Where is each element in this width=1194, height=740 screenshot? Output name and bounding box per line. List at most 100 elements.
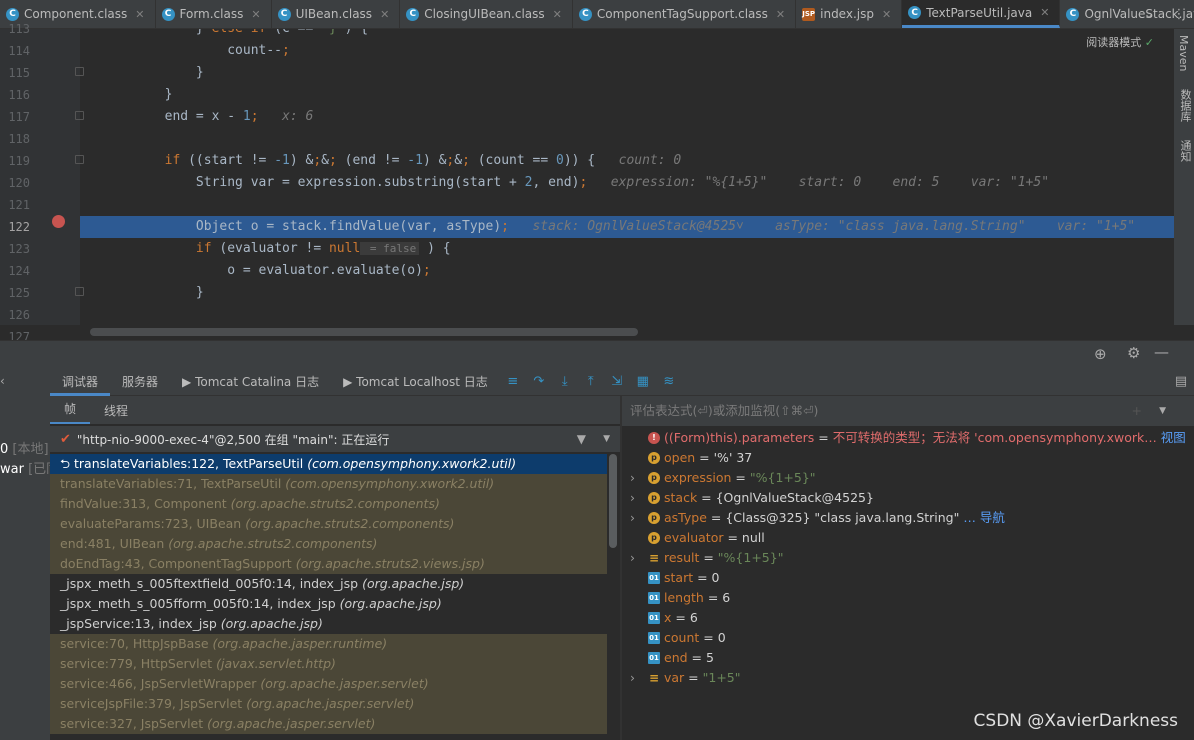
stack-frame[interactable]: _jspx_meth_s_005ftextfield_005f0:14, ind… [50, 574, 607, 594]
code-editor[interactable]: } else if (c == '}') { count--; } } end … [80, 29, 1174, 325]
tab-catalina-log[interactable]: ▶ Tomcat Catalina 日志 [170, 368, 331, 396]
variable-row[interactable]: › ≡ result = "%{1+5}" [622, 548, 1194, 568]
class-file-icon: C [578, 7, 592, 21]
stack-frame[interactable]: translateVariables:71, TextParseUtil (co… [50, 474, 607, 494]
variable-row[interactable]: p evaluator = null [622, 528, 1194, 548]
stack-frame[interactable]: service:327, JspServlet (org.apache.jasp… [50, 714, 607, 734]
tab-uibean-class[interactable]: C UIBean.class ✕ [272, 0, 401, 28]
back-icon[interactable]: ‹ [0, 374, 5, 388]
session-item[interactable]: 0 [本地] [0, 438, 49, 457]
breakpoint-icon[interactable] [52, 215, 65, 228]
database-tool-button[interactable]: 数据库 [1177, 89, 1193, 122]
fold-icon[interactable] [75, 287, 84, 296]
stack-frame[interactable]: end:481, UIBean (org.apache.struts2.comp… [50, 534, 607, 554]
fold-icon[interactable] [75, 155, 84, 164]
close-icon[interactable]: ✕ [776, 8, 785, 21]
tab-localhost-log[interactable]: ▶ Tomcat Localhost 日志 [331, 368, 500, 396]
step-into-icon[interactable]: ⤓ [552, 374, 578, 389]
stack-frame[interactable]: ⮌ translateVariables:122, TextParseUtil … [50, 454, 607, 474]
variable-row[interactable]: › p stack = {OgnlValueStack@4525} [622, 488, 1194, 508]
variable-row[interactable]: p open = '%' 37 [622, 448, 1194, 468]
variable-link[interactable]: 视图 [1161, 430, 1186, 445]
gear-icon[interactable]: ⚙ [1127, 344, 1140, 362]
tab-menu-button[interactable]: ⋮ [1164, 7, 1194, 22]
close-icon[interactable]: ✕ [882, 8, 891, 21]
reader-mode-button[interactable]: 阅读器模式 ✓ [1086, 34, 1154, 50]
evaluate-expression-input[interactable]: 评估表达式(⏎)或添加监视(⇧⌘⏎) + ▼ [622, 396, 1194, 426]
variable-row[interactable]: › ≡ var = "1+5" [622, 668, 1194, 688]
editor-gutter[interactable]: 113 114 115 116 117 118 119 120 121 122 123 124 125 1… [0, 22, 80, 344]
frames-scrollbar[interactable] [609, 454, 617, 548]
expand-icon[interactable]: › [630, 508, 635, 528]
variable-row[interactable]: › p asType = {Class@325} "class java.lang.… [622, 508, 1194, 528]
run-to-cursor-icon[interactable]: ⇲ [604, 374, 630, 389]
close-icon[interactable]: ✕ [1040, 6, 1049, 19]
chevron-down-icon[interactable]: ▼ [603, 434, 610, 444]
fold-icon[interactable] [75, 111, 84, 120]
frame-method: _jspx_meth_s_005fform_005f0:14, index_js… [60, 596, 340, 611]
show-hidden-tabs-button[interactable]: ⌄ [1134, 7, 1164, 22]
variable-name: result [664, 550, 700, 565]
close-icon[interactable]: ✕ [251, 8, 260, 21]
variable-row[interactable]: › p expression = "%{1+5}" [622, 468, 1194, 488]
variable-row[interactable]: 01 count = 0 [622, 628, 1194, 648]
stack-frame[interactable]: _jspx_meth_s_005fform_005f0:14, index_js… [50, 594, 607, 614]
target-icon[interactable]: ⊕ [1094, 345, 1107, 363]
stack-frame[interactable]: service:70, HttpJspBase (org.apache.jasp… [50, 634, 607, 654]
tab-frames[interactable]: 帧 [50, 396, 91, 424]
editor-horizontal-scrollbar[interactable] [90, 328, 638, 336]
stack-frame[interactable]: serviceJspFile:379, JspServlet (org.apac… [50, 694, 607, 714]
notifications-tool-button[interactable]: 通知 [1177, 140, 1193, 162]
variable-row[interactable]: ! ((Form)this).parameters = 不可转换的类型；无法将 '… [622, 428, 1194, 448]
close-icon[interactable]: ✕ [553, 8, 562, 21]
tab-form-class[interactable]: C Form.class ✕ [156, 0, 272, 28]
frame-method: _jspx_meth_s_005ftextfield_005f0:14, ind… [60, 576, 363, 591]
close-icon[interactable]: ✕ [135, 8, 144, 21]
trace-icon[interactable]: ≋ [656, 374, 682, 389]
thread-selector[interactable]: ✔ "http-nio-9000-exec-4"@2,500 在组 "main"… [50, 426, 620, 452]
fold-icon[interactable] [75, 67, 84, 76]
stack-frame[interactable]: service:779, HttpServlet (javax.servlet.… [50, 654, 607, 674]
variable-row[interactable]: 01 start = 0 [622, 568, 1194, 588]
stack-frame[interactable]: _jspService:13, index_jsp (org.apache.js… [50, 614, 607, 634]
tab-debugger[interactable]: 调试器 [50, 368, 111, 396]
variable-row[interactable]: 01 length = 6 [622, 588, 1194, 608]
layout-icon[interactable]: ▤ [1168, 374, 1194, 389]
filter-icon[interactable]: ▼ [577, 432, 586, 446]
maven-tool-button[interactable]: Maven [1177, 35, 1190, 71]
stack-frame[interactable]: findValue:313, Component (org.apache.str… [50, 494, 607, 514]
expand-icon[interactable]: › [630, 488, 635, 508]
list-icon[interactable]: ≡ [500, 374, 526, 389]
add-watch-icon[interactable]: + [1132, 396, 1142, 426]
expand-icon[interactable]: › [630, 468, 635, 488]
minimize-icon[interactable]: — [1154, 343, 1169, 361]
stack-frame[interactable]: service:466, JspServletWrapper (org.apac… [50, 674, 607, 694]
step-over-icon[interactable]: ↷ [526, 374, 552, 389]
tab-label: index.jsp [820, 7, 874, 21]
variable-value: 5 [705, 650, 714, 665]
variable-row[interactable]: 01 end = 5 [622, 648, 1194, 668]
stack-frame[interactable]: doEndTag:43, ComponentTagSupport (org.ap… [50, 554, 607, 574]
expand-icon[interactable]: › [630, 548, 635, 568]
variable-link[interactable]: … 导航 [963, 510, 1004, 525]
close-icon[interactable]: ✕ [380, 8, 389, 21]
tab-index-jsp[interactable]: JSP index.jsp ✕ [796, 0, 903, 28]
class-file-icon: C [161, 7, 175, 21]
calculator-icon[interactable]: ▦ [630, 374, 656, 389]
tab-servers[interactable]: 服务器 [110, 368, 170, 396]
stack-frame[interactable]: evaluateParams:723, UIBean (org.apache.s… [50, 514, 607, 534]
variable-row[interactable]: 01 x = 6 [622, 608, 1194, 628]
step-out-icon[interactable]: ⤒ [578, 374, 604, 389]
watch-menu-icon[interactable]: ▼ [1159, 396, 1166, 426]
tab-threads[interactable]: 线程 [90, 402, 142, 419]
expand-icon[interactable]: › [630, 668, 635, 688]
list-icon: ≡ [648, 671, 660, 685]
tab-componenttagsupport-class[interactable]: C ComponentTagSupport.class ✕ [573, 0, 797, 28]
tab-bar-actions: ⌄ ⋮ [1134, 0, 1194, 28]
frame-package: (org.apache.struts2.components) [168, 536, 378, 551]
primitive-icon: 01 [648, 632, 660, 644]
tab-textparseutil-java[interactable]: C TextParseUtil.java ✕ [902, 0, 1061, 28]
tab-closinguibean-class[interactable]: C ClosingUIBean.class ✕ [400, 0, 573, 28]
